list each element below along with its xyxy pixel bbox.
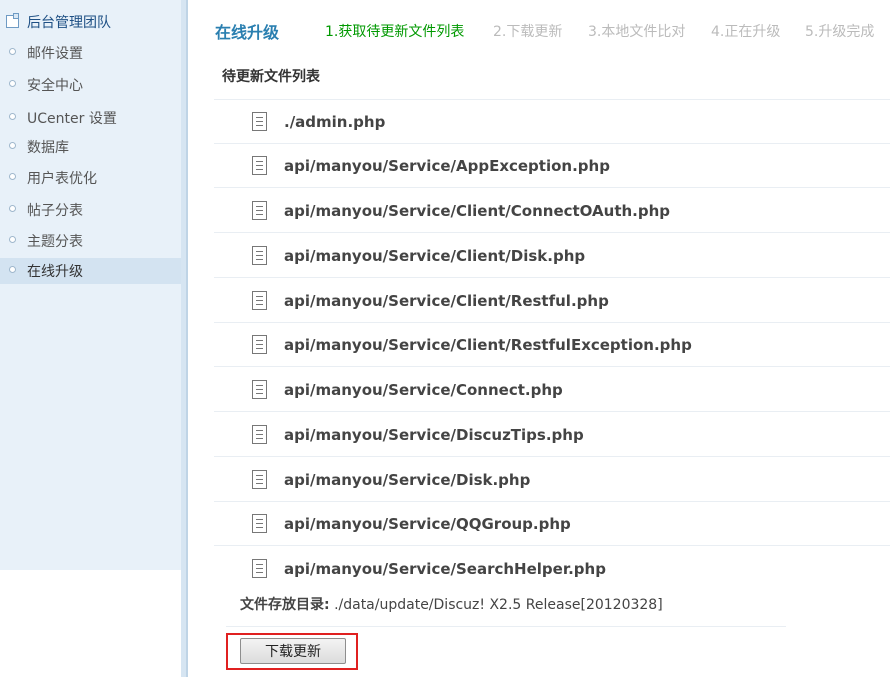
sidebar-item-label: 在线升级	[27, 264, 83, 280]
page-title: 在线升级	[215, 23, 280, 42]
sidebar-item-thread-table-split[interactable]: 主题分表	[0, 228, 181, 254]
highlight-frame: 下载更新	[226, 633, 358, 670]
circle-bullet-icon	[9, 113, 16, 120]
section-title: 待更新文件列表	[222, 69, 320, 85]
sidebar-group-header[interactable]: 后台管理团队	[0, 8, 181, 36]
document-icon	[252, 291, 267, 310]
main-content: 在线升级 1.获取待更新文件列表 2.下载更新 3.本地文件比对 4.正在升级 …	[188, 0, 890, 677]
storage-directory-label: 文件存放目录:	[240, 597, 330, 613]
circle-bullet-icon	[9, 205, 16, 212]
file-row: api/manyou/Service/DiscuzTips.php	[214, 413, 890, 457]
file-name: ./admin.php	[284, 113, 386, 131]
circle-bullet-icon	[9, 142, 16, 149]
document-icon	[252, 156, 267, 175]
sidebar-item-online-upgrade[interactable]: 在线升级	[0, 258, 181, 284]
file-name: api/manyou/Service/QQGroup.php	[284, 515, 571, 533]
document-icon	[252, 559, 267, 578]
sidebar-item-database[interactable]: 数据库	[0, 134, 181, 160]
sidebar-item-label: 数据库	[27, 140, 69, 156]
file-row: api/manyou/Service/Client/Restful.php	[214, 279, 890, 323]
file-name: api/manyou/Service/Client/ConnectOAuth.p…	[284, 202, 671, 220]
circle-bullet-icon	[9, 236, 16, 243]
file-row: api/manyou/Service/Client/RestfulExcepti…	[214, 323, 890, 367]
sidebar-item-ucenter-settings[interactable]: UCenter 设置	[0, 105, 181, 131]
step-2: 2.下载更新	[493, 24, 563, 40]
step-1: 1.获取待更新文件列表	[325, 24, 465, 40]
circle-bullet-icon	[9, 48, 16, 55]
storage-directory-path: ./data/update/Discuz! X2.5 Release[20120…	[334, 597, 663, 613]
download-update-button[interactable]: 下载更新	[240, 638, 346, 664]
file-name: api/manyou/Service/DiscuzTips.php	[284, 426, 584, 444]
file-row: ./admin.php	[214, 100, 890, 144]
file-row: api/manyou/Service/AppException.php	[214, 144, 890, 188]
document-icon	[252, 246, 267, 265]
file-name: api/manyou/Service/SearchHelper.php	[284, 560, 606, 578]
file-row: api/manyou/Service/Client/ConnectOAuth.p…	[214, 189, 890, 233]
file-name: api/manyou/Service/Client/Restful.php	[284, 292, 609, 310]
sidebar-item-user-table-optimize[interactable]: 用户表优化	[0, 165, 181, 191]
sidebar-item-label: 帖子分表	[27, 203, 83, 219]
file-row: api/manyou/Service/Client/Disk.php	[214, 234, 890, 278]
document-icon	[252, 425, 267, 444]
circle-bullet-icon	[9, 266, 16, 273]
document-icon	[252, 201, 267, 220]
step-4: 4.正在升级	[711, 24, 781, 40]
sidebar-item-label: UCenter 设置	[27, 111, 117, 127]
sidebar-group-title: 后台管理团队	[27, 15, 111, 31]
sidebar-item-security-center[interactable]: 安全中心	[0, 72, 181, 98]
sidebar: 后台管理团队 邮件设置 安全中心 UCenter 设置 数据库 用户表优化 帖子…	[0, 0, 181, 570]
file-row: api/manyou/Service/QQGroup.php	[214, 502, 890, 546]
document-icon	[252, 470, 267, 489]
document-icon	[252, 380, 267, 399]
document-icon	[252, 335, 267, 354]
sidebar-item-label: 用户表优化	[27, 171, 97, 187]
sidebar-item-label: 邮件设置	[27, 46, 83, 62]
sidebar-item-label: 主题分表	[27, 234, 83, 250]
file-row: api/manyou/Service/Connect.php	[214, 368, 890, 412]
file-name: api/manyou/Service/Client/Disk.php	[284, 247, 586, 265]
step-3: 3.本地文件比对	[588, 24, 686, 40]
storage-directory: 文件存放目录: ./data/update/Discuz! X2.5 Relea…	[240, 594, 663, 614]
sidebar-splitter[interactable]	[181, 0, 188, 677]
sidebar-blank	[5, 570, 173, 600]
file-row: api/manyou/Service/Disk.php	[214, 458, 890, 502]
document-icon	[252, 514, 267, 533]
sidebar-item-mail-settings[interactable]: 邮件设置	[0, 40, 181, 66]
sidebar-bottom-area	[0, 570, 181, 677]
file-row: api/manyou/Service/SearchHelper.php	[214, 547, 890, 587]
document-icon	[252, 112, 267, 131]
file-name: api/manyou/Service/Disk.php	[284, 471, 531, 489]
folder-window-icon	[6, 13, 19, 28]
file-name: api/manyou/Service/Connect.php	[284, 381, 563, 399]
sidebar-item-label: 安全中心	[27, 78, 83, 94]
divider	[226, 626, 786, 627]
circle-bullet-icon	[9, 173, 16, 180]
file-name: api/manyou/Service/AppException.php	[284, 157, 610, 175]
circle-bullet-icon	[9, 80, 16, 87]
sidebar-item-post-table-split[interactable]: 帖子分表	[0, 197, 181, 223]
step-5: 5.升级完成	[805, 24, 875, 40]
file-name: api/manyou/Service/Client/RestfulExcepti…	[284, 336, 692, 354]
